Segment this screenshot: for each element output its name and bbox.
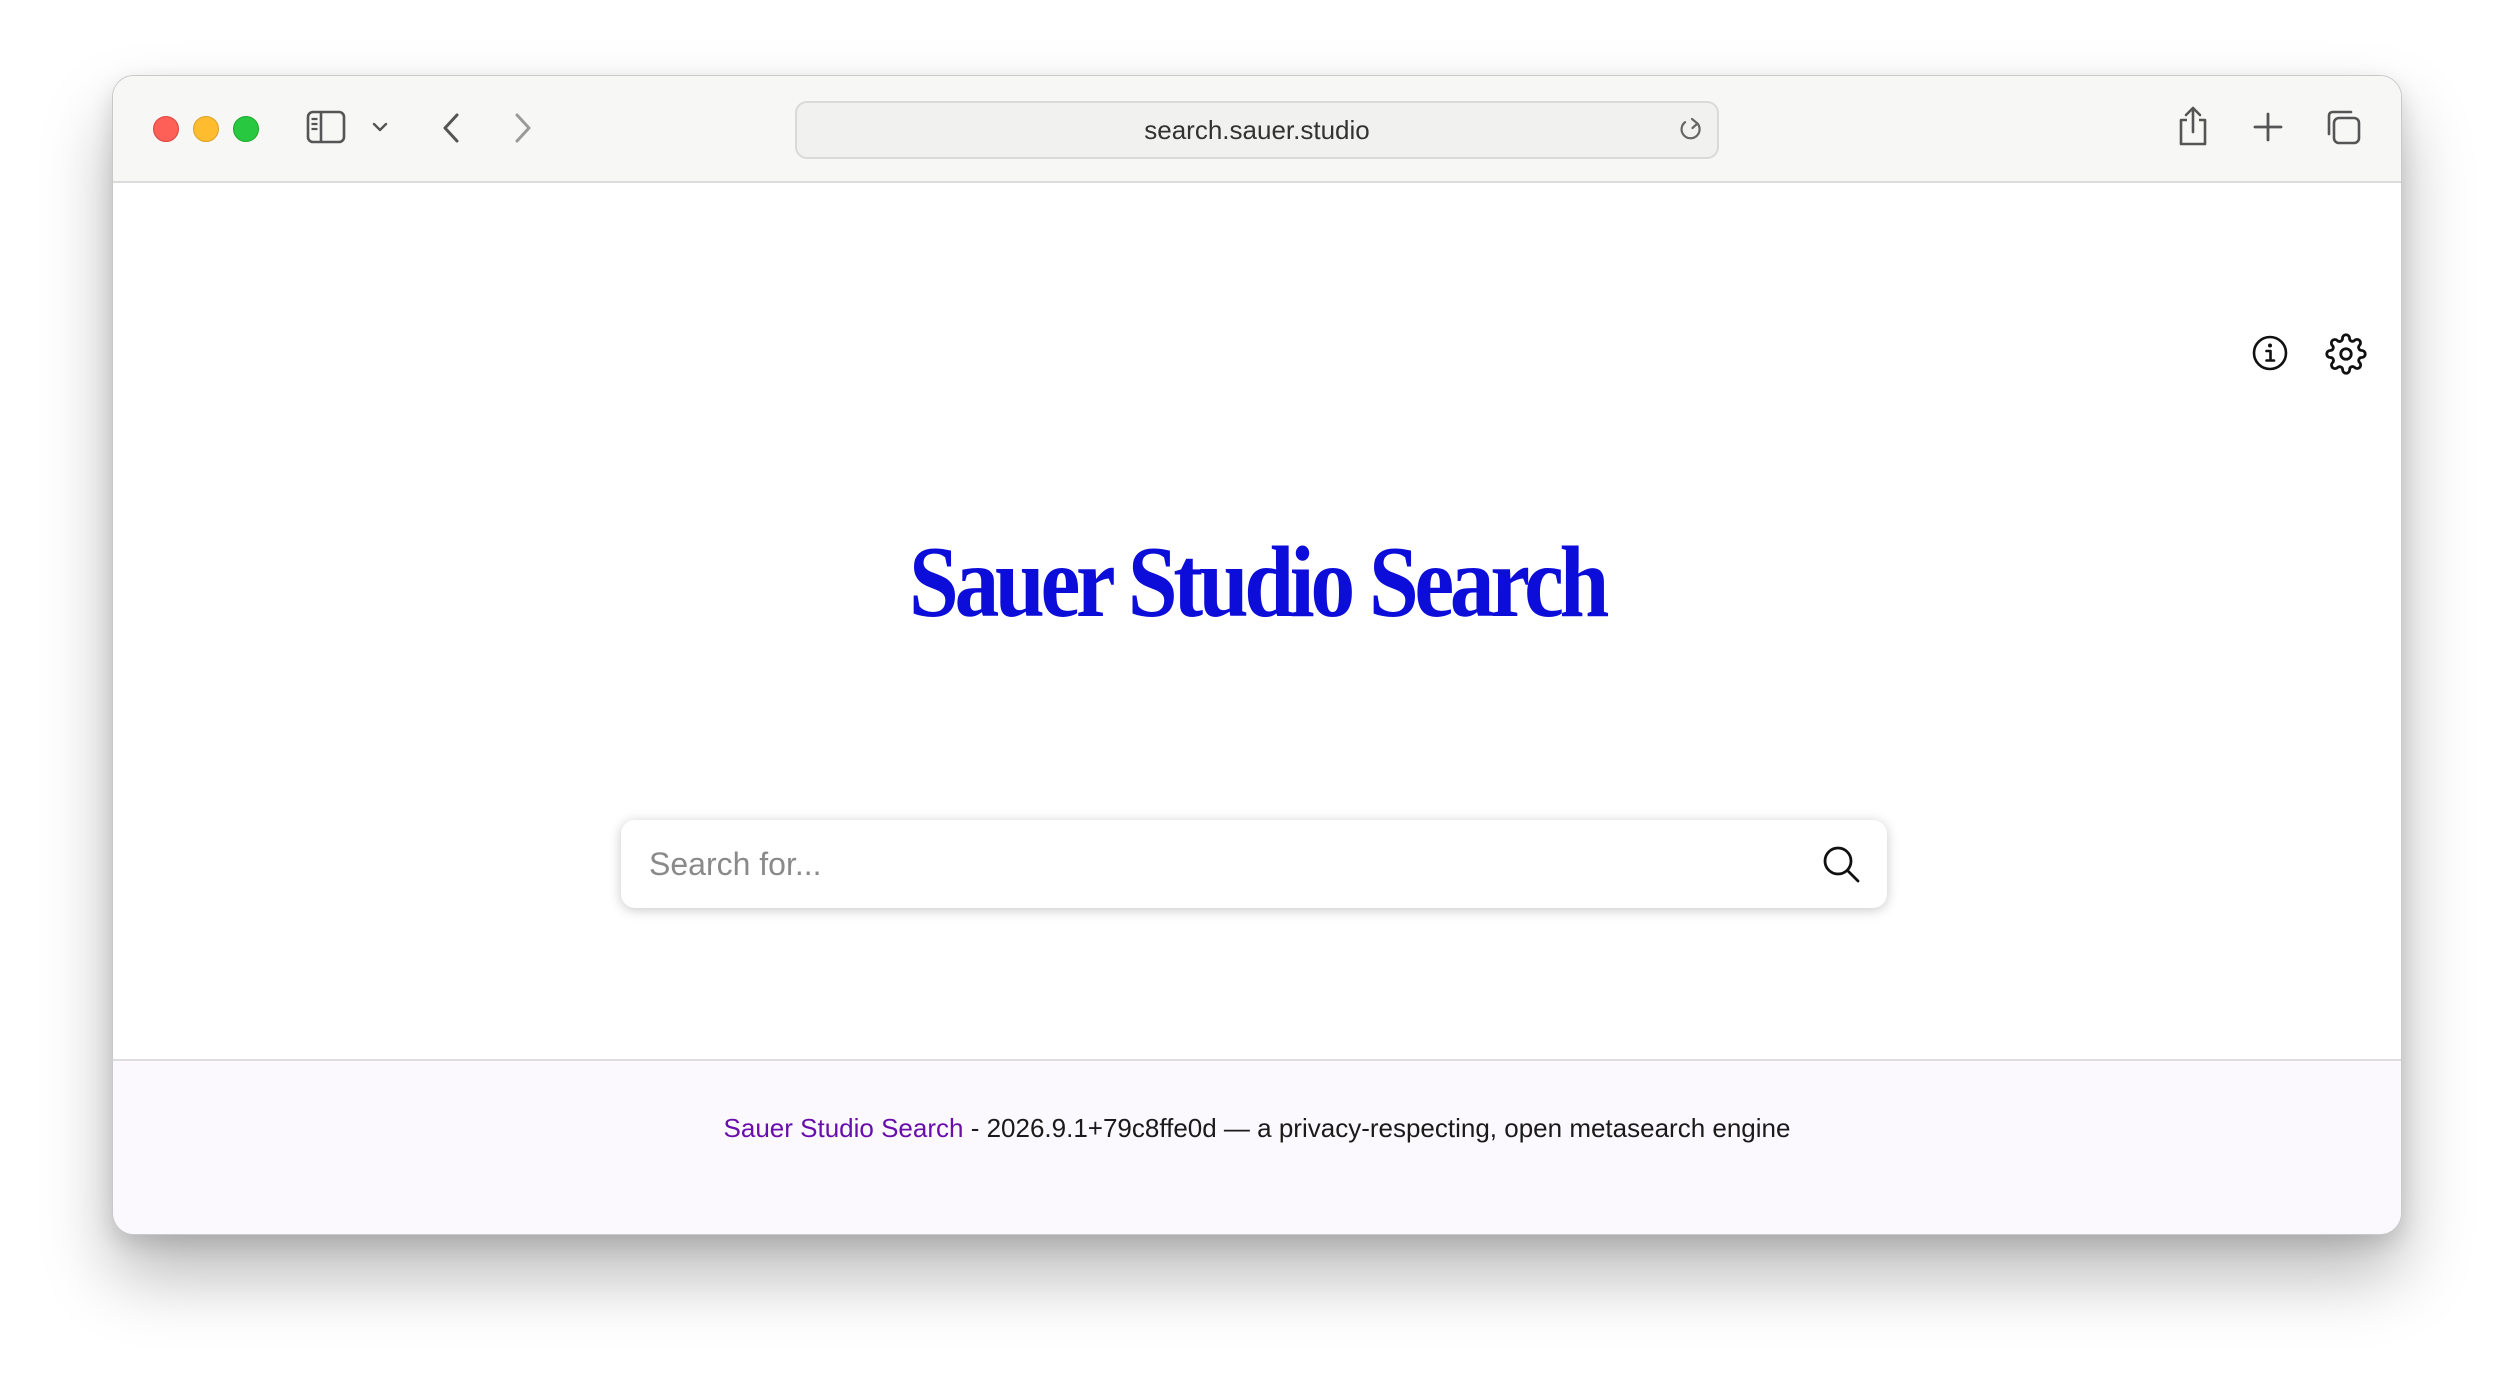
new-tab-icon[interactable]: [2251, 110, 2285, 144]
footer-text: Sauer Studio Search - 2026.9.1+79c8ffe0d…: [113, 1113, 2401, 1144]
close-window-button[interactable]: [153, 116, 179, 142]
search-icon: [1823, 846, 1860, 883]
address-url: search.sauer.studio: [1144, 115, 1370, 145]
sidebar-toggle-icon[interactable]: [306, 110, 346, 144]
search-box: [621, 820, 1887, 908]
browser-toolbar: search.sauer.studio: [113, 76, 2401, 183]
zoom-window-button[interactable]: [233, 116, 259, 142]
reload-icon[interactable]: [1677, 116, 1705, 149]
footer-home-link[interactable]: Sauer Studio Search: [724, 1113, 964, 1143]
chevron-down-icon[interactable]: [371, 120, 389, 134]
back-arrow-icon[interactable]: [438, 110, 466, 146]
info-circle-icon[interactable]: [2250, 333, 2290, 378]
page-content: Sauer Studio Search: [113, 183, 2401, 1063]
page-title: Sauer Studio Search: [908, 526, 1610, 639]
forward-arrow-icon[interactable]: [508, 110, 536, 146]
search-input[interactable]: [649, 820, 1749, 908]
footer-version-text: - 2026.9.1+79c8ffe0d — a privacy-respect…: [963, 1113, 1791, 1143]
tab-overview-icon[interactable]: [2323, 107, 2363, 147]
browser-window: search.sauer.studio Sauer Studio Search …: [112, 75, 2402, 1235]
page-footer: Sauer Studio Search - 2026.9.1+79c8ffe0d…: [113, 1059, 2401, 1234]
gear-icon[interactable]: [2325, 333, 2367, 380]
address-bar[interactable]: search.sauer.studio: [795, 101, 1719, 159]
minimize-window-button[interactable]: [193, 116, 219, 142]
share-icon[interactable]: [2176, 104, 2210, 148]
search-button[interactable]: [1819, 842, 1863, 886]
